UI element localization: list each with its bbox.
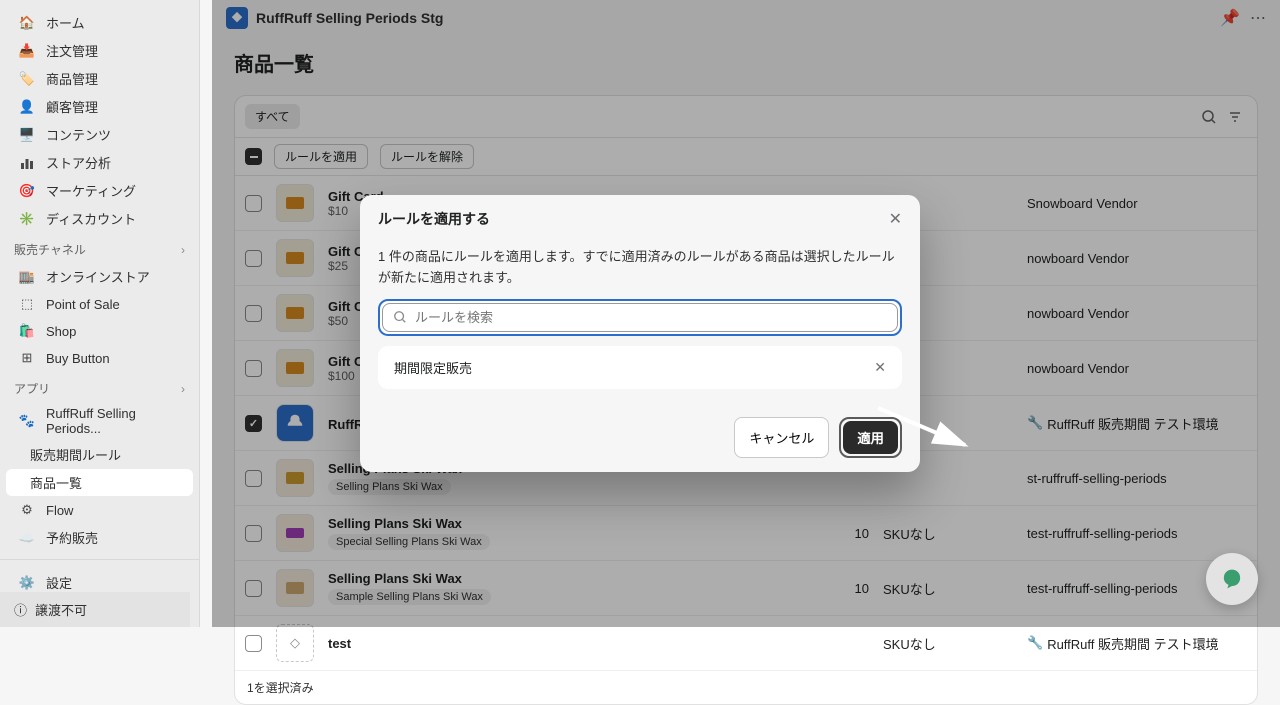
nav-label: 商品管理 (46, 69, 98, 88)
remove-icon[interactable]: ✕ (874, 359, 886, 376)
selected-rule-chip: 期間限定販売 ✕ (378, 346, 902, 389)
nav-label: コンテンツ (46, 125, 111, 144)
app-sub-products[interactable]: 商品一覧 (6, 469, 193, 496)
nav-label: 注文管理 (46, 41, 98, 60)
chevron-right-icon[interactable]: › (181, 243, 185, 257)
nav-label: ホーム (46, 13, 85, 32)
layout-icon: 🖥️ (18, 126, 36, 144)
close-icon[interactable]: ✕ (889, 209, 902, 229)
modal-title: ルールを適用する (378, 209, 490, 229)
chat-fab[interactable] (1206, 553, 1258, 605)
nav-marketing[interactable]: 🎯 マーケティング (6, 177, 193, 204)
pet-icon (1218, 565, 1246, 593)
nav-label: 予約販売 (46, 528, 98, 547)
channel-shop[interactable]: 🛍️ Shop (6, 318, 193, 344)
app-ruffruff[interactable]: 🐾 RuffRuff Selling Periods... (6, 402, 193, 440)
sku-col: SKUなし (883, 634, 1013, 653)
cloud-icon: ☁️ (18, 529, 36, 547)
ruff-icon: 🐾 (18, 412, 36, 430)
product-thumb: ◇ (276, 624, 314, 662)
nav-label: Point of Sale (46, 297, 120, 312)
app-sub-rules[interactable]: 販売期間ルール (6, 441, 193, 468)
nav-home[interactable]: 🏠 ホーム (6, 9, 193, 36)
nav-content[interactable]: 🖥️ コンテンツ (6, 121, 193, 148)
row-checkbox[interactable] (245, 635, 262, 652)
nav-label: Buy Button (46, 351, 110, 366)
tag-icon: 🏷️ (18, 70, 36, 88)
home-icon: 🏠 (18, 14, 36, 32)
target-icon: 🎯 (18, 182, 36, 200)
nav-label: ディスカウント (46, 209, 136, 228)
nav-label: ストア分析 (46, 153, 111, 172)
nav-label: 顧客管理 (46, 97, 98, 116)
channel-online[interactable]: 🏬 オンラインストア (6, 263, 193, 290)
inbox-icon: 📥 (18, 42, 36, 60)
product-name: test (328, 636, 805, 651)
modal-description: 1 件の商品にルールを適用します。すでに適用済みのルールがある商品は選択したルー… (378, 247, 902, 289)
discount-icon: ✳️ (18, 210, 36, 228)
store-icon: 🏬 (18, 268, 36, 286)
nav-label: 販売期間ルール (30, 445, 121, 464)
vendor-col: 🔧RuffRuff 販売期間 テスト環境 (1027, 634, 1247, 653)
rule-search-wrap (378, 299, 902, 336)
nav-label: 商品一覧 (30, 473, 82, 492)
search-icon (393, 310, 407, 324)
nav-analytics[interactable]: ストア分析 (6, 149, 193, 176)
nav-label: Shop (46, 324, 76, 339)
nav-label: Flow (46, 503, 73, 518)
nav-orders[interactable]: 📥 注文管理 (6, 37, 193, 64)
apply-button[interactable]: 適用 (843, 421, 898, 454)
apply-rule-modal: ルールを適用する ✕ 1 件の商品にルールを適用します。すでに適用済みのルールが… (360, 195, 920, 472)
nav-products[interactable]: 🏷️ 商品管理 (6, 65, 193, 92)
app-preorder[interactable]: ☁️ 予約販売 (6, 524, 193, 551)
chevron-right-icon[interactable]: › (181, 382, 185, 396)
nav-label: オンラインストア (46, 267, 150, 286)
channels-header: 販売チャネル› (0, 233, 199, 262)
shop-icon: 🛍️ (18, 322, 36, 340)
wrench-icon: 🔧 (1027, 635, 1043, 651)
pos-icon: ⬚ (18, 295, 36, 313)
selection-footer: 1を選択済み (235, 671, 1257, 704)
gear-icon: ⚙️ (18, 574, 36, 592)
app-flow[interactable]: ⚙ Flow (6, 497, 193, 523)
user-icon: 👤 (18, 98, 36, 116)
transfer-banner: ⓘ譲渡不可 (0, 592, 190, 627)
channel-pos[interactable]: ⬚ Point of Sale (6, 291, 193, 317)
cancel-button[interactable]: キャンセル (734, 417, 829, 458)
rule-search-input[interactable] (415, 310, 887, 325)
nav-label: RuffRuff Selling Periods... (46, 406, 181, 436)
channel-buy[interactable]: ⊞ Buy Button (6, 345, 193, 371)
nav-label: マーケティング (46, 181, 136, 200)
rule-name: 期間限定販売 (394, 358, 472, 377)
apps-header: アプリ› (0, 372, 199, 401)
nav-label: 設定 (46, 573, 72, 592)
chart-icon (18, 154, 36, 172)
flow-icon: ⚙ (18, 501, 36, 519)
buy-icon: ⊞ (18, 349, 36, 367)
nav-customers[interactable]: 👤 顧客管理 (6, 93, 193, 120)
info-icon: ⓘ (14, 600, 27, 619)
nav-discounts[interactable]: ✳️ ディスカウント (6, 205, 193, 232)
sidebar: 🏠 ホーム 📥 注文管理 🏷️ 商品管理 👤 顧客管理 🖥️ コンテンツ ストア分析 🎯 マ… (0, 0, 200, 627)
